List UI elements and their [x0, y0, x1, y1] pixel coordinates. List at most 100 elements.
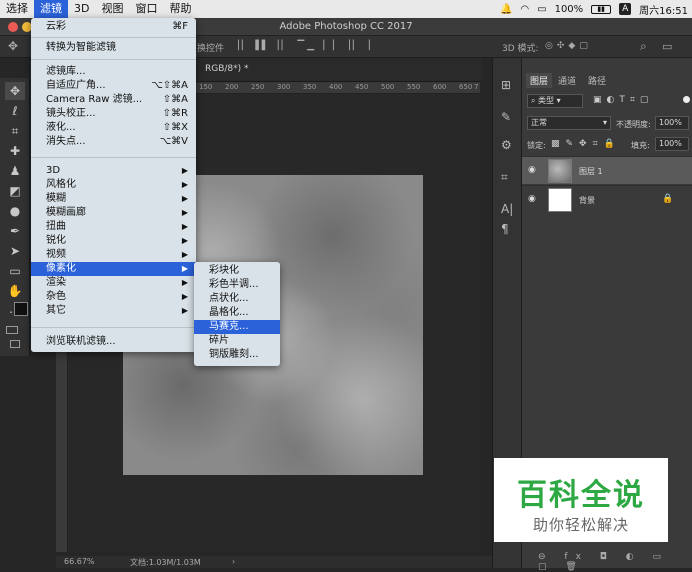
path-select-icon[interactable]: ➤	[5, 242, 25, 260]
menu-item-other[interactable]: 其它 ▶	[31, 304, 196, 318]
tab-paths[interactable]: 路径	[584, 73, 610, 88]
history-icon[interactable]: ⊞	[501, 78, 511, 92]
menu-item-pixelate[interactable]: 像素化 ▶	[31, 262, 196, 276]
menu-3d[interactable]: 3D	[68, 0, 95, 18]
character-icon[interactable]: A|	[501, 202, 513, 216]
status-menu-arrow-icon[interactable]: ›	[232, 557, 235, 566]
menu-item-browse-online-filters[interactable]: 浏览联机滤镜...	[31, 335, 196, 349]
align-icons[interactable]: ▕▏▐▌▕▏ ▔▁▕ ▏▕▏▕	[232, 41, 373, 51]
submenu-item-pointillize[interactable]: 点状化...	[194, 292, 280, 306]
healing-brush-icon[interactable]: ✚	[5, 142, 25, 160]
blur-tool-icon[interactable]: ●	[5, 202, 25, 220]
menu-item-convert-smart-filter[interactable]: 转换为智能滤镜	[31, 41, 196, 55]
shape-tool-icon[interactable]: ▭	[5, 262, 25, 280]
eye-icon[interactable]: ◉	[528, 165, 536, 175]
submenu-item-color-halftone[interactable]: 彩色半调...	[194, 278, 280, 292]
search-icon[interactable]: ⌕	[640, 39, 647, 54]
menu-item-3d[interactable]: 3D ▶	[31, 164, 196, 178]
zoom-level[interactable]: 66.67%	[64, 557, 95, 566]
crop-tool-icon[interactable]: ⌗	[5, 122, 25, 140]
submenu-item-crystallize[interactable]: 晶格化...	[194, 306, 280, 320]
menu-item-label: 自适应广角...	[46, 80, 106, 91]
menu-view[interactable]: 视图	[95, 0, 129, 18]
menu-item-label: 滤镜库...	[46, 66, 86, 77]
tab-layers[interactable]: 图层	[526, 73, 553, 88]
menu-item-video[interactable]: 视频 ▶	[31, 248, 196, 262]
menu-item-render[interactable]: 渲染 ▶	[31, 276, 196, 290]
tools-panel: ✥ ℓ ⌗ ✚ ♟ ◩ ● ✒ ➤ ▭ ✋ …	[0, 78, 30, 356]
opacity-input[interactable]: 100%	[655, 116, 689, 130]
input-method-indicator[interactable]: A	[619, 3, 632, 15]
layer-filter-value: 类型	[538, 96, 555, 105]
menu-item-distort[interactable]: 扭曲 ▶	[31, 220, 196, 234]
submenu-arrow-icon: ▶	[181, 306, 188, 315]
menu-window[interactable]: 窗口	[129, 0, 163, 18]
screen-mode-icon[interactable]	[10, 340, 20, 348]
move-tool-icon[interactable]: ✥	[8, 39, 18, 53]
battery-icon[interactable]: ▮▮	[591, 4, 612, 14]
menu-item-lens-correction[interactable]: 镜头校正... ⇧⌘R	[31, 107, 196, 121]
submenu-item-facet[interactable]: 彩块化	[194, 264, 280, 278]
ruler-tick: 150	[199, 83, 213, 91]
submenu-item-fragment[interactable]: 碎片	[194, 334, 280, 348]
airplay-icon[interactable]: ▭	[537, 4, 546, 15]
layer-filter-icons[interactable]: ▣◐T⌗▢	[593, 95, 653, 105]
menu-help[interactable]: 帮助	[163, 0, 197, 18]
properties-icon[interactable]: ⚙	[501, 138, 512, 152]
3d-mode-icons[interactable]: ◎✣◆▢	[545, 41, 592, 51]
menu-item-noise[interactable]: 杂色 ▶	[31, 290, 196, 304]
document-tab[interactable]: RGB/8*) *	[205, 64, 249, 74]
menu-filter[interactable]: 滤镜	[34, 0, 68, 18]
menu-item-blur[interactable]: 模糊 ▶	[31, 192, 196, 206]
watermark-subtitle: 助你轻松解决	[532, 516, 629, 534]
brush-settings-icon[interactable]: ✎	[501, 110, 511, 124]
move-tool-icon[interactable]: ✥	[5, 82, 25, 100]
eraser-tool-icon[interactable]: ◩	[5, 182, 25, 200]
filter-toggle-icon[interactable]	[683, 96, 690, 103]
lasso-tool-icon[interactable]: ℓ	[5, 102, 25, 120]
menu-select[interactable]: 选择	[0, 0, 34, 18]
menu-separator	[31, 157, 196, 158]
menu-item-clouds[interactable]: 云彩 ⌘F	[31, 20, 196, 34]
transform-controls-label[interactable]: 换控件	[197, 41, 224, 54]
layer-actions-bar[interactable]: ⊖ fx ◘ ◐ ▭ ▢ 🗑	[538, 552, 688, 572]
pixelate-submenu: 彩块化 彩色半调... 点状化... 晶格化... 马赛克... 碎片 铜版雕刻…	[194, 262, 280, 366]
menu-item-camera-raw[interactable]: Camera Raw 滤镜... ⇧⌘A	[31, 93, 196, 107]
menu-item-label: 锐化	[46, 235, 66, 246]
menu-item-label: 模糊画廊	[46, 207, 86, 218]
menu-item-blur-gallery[interactable]: 模糊画廊 ▶	[31, 206, 196, 220]
layer-row[interactable]: ◉ 图层 1	[522, 156, 692, 184]
submenu-arrow-icon: ▶	[181, 278, 188, 287]
workspace-icon[interactable]: ▭	[662, 40, 672, 53]
layer-row[interactable]: ◉ 背景 🔒	[522, 185, 692, 213]
menu-item-label: 扭曲	[46, 221, 66, 232]
crop-panel-icon[interactable]: ⌗	[501, 170, 508, 185]
quick-mask-icon[interactable]	[6, 326, 18, 334]
layer-filter-select[interactable]: ⌕ 类型 ▾	[527, 94, 583, 108]
menu-item-filter-gallery[interactable]: 滤镜库...	[31, 65, 196, 79]
eye-icon[interactable]: ◉	[528, 194, 536, 204]
menu-item-stylize[interactable]: 风格化 ▶	[31, 178, 196, 192]
clock[interactable]: 周六16:51	[639, 2, 688, 17]
foreground-color-swatch[interactable]	[14, 302, 28, 316]
fill-input[interactable]: 100%	[655, 137, 689, 151]
submenu-item-mosaic[interactable]: 马赛克...	[194, 320, 280, 334]
submenu-item-mezzotint[interactable]: 铜版雕刻...	[194, 348, 280, 362]
menu-item-label: 云彩	[46, 21, 66, 32]
menu-item-sharpen[interactable]: 锐化 ▶	[31, 234, 196, 248]
hand-tool-icon[interactable]: ✋	[5, 282, 25, 300]
blend-mode-select[interactable]: 正常 ▾	[527, 116, 611, 130]
tab-channels[interactable]: 通道	[554, 73, 580, 88]
ruler-tick: 650	[459, 83, 473, 91]
lock-icons[interactable]: ▩✎✥⌗🔒	[551, 139, 621, 149]
paragraph-icon[interactable]: ¶	[501, 222, 509, 236]
menu-item-adaptive-wide-angle[interactable]: 自适应广角... ⌥⇧⌘A	[31, 79, 196, 93]
bell-icon[interactable]: 🔔	[500, 4, 512, 15]
clone-stamp-icon[interactable]: ♟	[5, 162, 25, 180]
wifi-icon[interactable]: ◠	[520, 4, 529, 15]
menu-item-liquify[interactable]: 液化... ⇧⌘X	[31, 121, 196, 135]
menu-item-label: 其它	[46, 305, 66, 316]
pen-tool-icon[interactable]: ✒	[5, 222, 25, 240]
ruler-tick: 350	[303, 83, 317, 91]
menu-item-vanishing-point[interactable]: 消失点... ⌥⌘V	[31, 135, 196, 149]
